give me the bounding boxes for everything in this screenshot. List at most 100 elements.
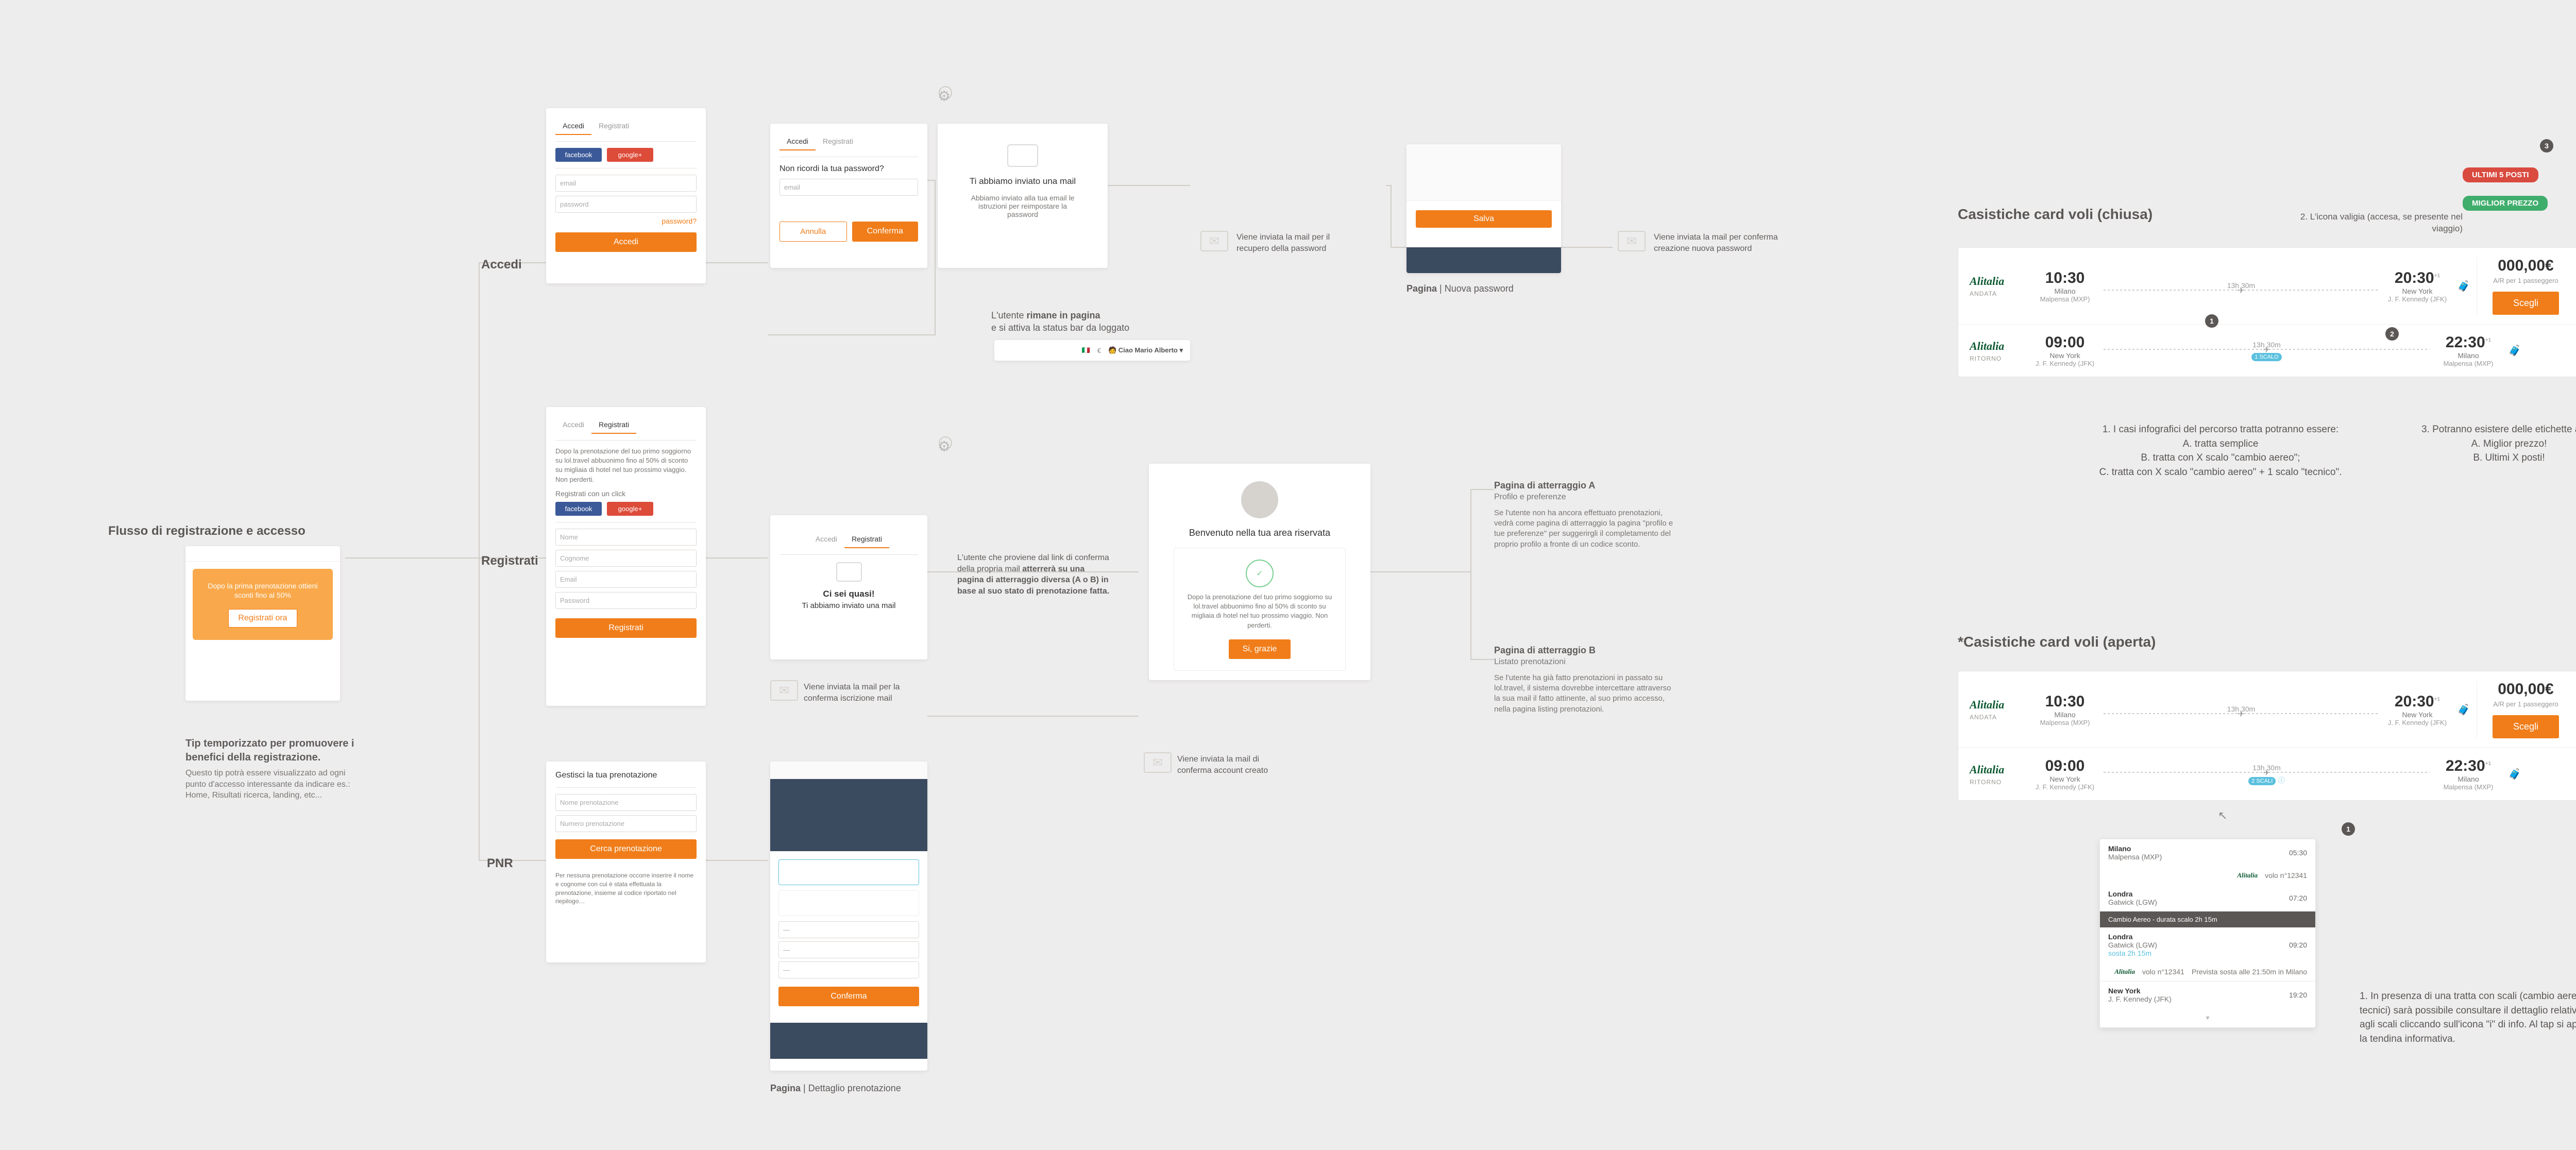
t-r4[interactable]: Registrati — [844, 531, 889, 548]
dettaglio-page: ——— Conferma — [770, 762, 927, 1071]
gear-icon-2: ⚙ — [938, 438, 951, 455]
tab-registrati-2[interactable]: Registrati — [816, 133, 860, 149]
welcome-t: Benvenuto nella tua area riservata — [1158, 528, 1361, 538]
envelope-icon: ✉ — [1200, 231, 1228, 251]
env-3: ✉ — [770, 680, 798, 701]
tip-cta[interactable]: Registrati ora — [228, 609, 297, 628]
dep-time: 10:30 — [2031, 269, 2098, 287]
flight-card-open[interactable]: AlitaliaANDATA 10:30MilanoMalpensa (MXP)… — [1958, 671, 2576, 801]
marker-1: 1 — [2205, 314, 2218, 328]
envelope-icon-2: ✉ — [1618, 231, 1646, 251]
welcome-copy: Dopo la prenotazione del tuo primo soggi… — [1185, 593, 1334, 630]
env-4: ✉ — [1144, 752, 1172, 773]
tab-accedi-2[interactable]: Accedi — [779, 133, 816, 150]
cerca-button[interactable]: Cerca prenotazione — [555, 839, 697, 859]
badge-red: ULTIMI 5 POSTI — [2463, 167, 2538, 182]
gear-icon: ⚙ — [938, 88, 951, 105]
tab-accedi[interactable]: Accedi — [555, 117, 591, 135]
badge-green: MIGLIOR PREZZO — [2463, 196, 2548, 211]
landB: Pagina di atterraggio B Listato prenotaz… — [1494, 644, 1674, 715]
tip-screenshot: Dopo la prima prenotazione ottieni scont… — [185, 546, 340, 701]
mail1-text: Viene inviata la mail per il recupero de… — [1236, 232, 1350, 254]
accedi-submit[interactable]: Accedi — [555, 232, 697, 252]
valigia-note: 2. L'icona valigia (accesa, se presente … — [2293, 211, 2463, 235]
tab-registrati[interactable]: Registrati — [591, 117, 636, 134]
da2: J. F. Kennedy (JFK) — [2031, 360, 2098, 367]
dep2: 09:00 — [2031, 334, 2098, 351]
annulla-button[interactable]: Annulla — [779, 222, 847, 242]
landA: Pagina di atterraggio A Profilo e prefer… — [1494, 479, 1674, 550]
flow-title: Flusso di registrazione e accesso — [108, 524, 306, 538]
tab-r-3[interactable]: Registrati — [591, 416, 636, 434]
cambio-row: Cambio Aereo - durata scalo 2h 15m — [2100, 911, 2315, 927]
card-quasi: AccediRegistrati Ci sei quasi! Ti abbiam… — [770, 515, 927, 659]
gp-2[interactable]: google+ — [607, 502, 653, 516]
gp-button[interactable]: google+ — [607, 148, 653, 162]
dep-city: Milano — [2031, 287, 2098, 295]
fb-2[interactable]: facebook — [555, 502, 602, 516]
closed-title: Casistiche card voli (chiusa) — [1958, 206, 2153, 223]
ac2: Milano — [2435, 351, 2502, 360]
status-bar: 🇮🇹€🧑 Ciao Mario Alberto ▾ — [994, 340, 1190, 361]
pnr-title: Gestisci la tua prenotazione — [555, 771, 697, 780]
arr-air: J. F. Kennedy (JFK) — [2384, 295, 2451, 303]
open-title: *Casistiche card voli (aperta) — [1958, 634, 2156, 650]
dc2: New York — [2031, 351, 2098, 360]
arr-city: New York — [2384, 287, 2451, 295]
price: 000,00€ — [2493, 257, 2559, 275]
welcome-card: Benvenuto nella tua area riservata ✓ Dop… — [1149, 464, 1370, 680]
card-mail-sent-1: Ti abbiamo inviato una mail Abbiamo invi… — [938, 124, 1108, 268]
cursor-icon: ↖ — [2218, 809, 2227, 822]
baggage-icon: 🧳 — [2458, 281, 2470, 292]
note3: 3. Potranno esistere delle etichette ale… — [2406, 422, 2576, 465]
page-det-label: Pagina | Dettaglio prenotazione — [770, 1082, 901, 1094]
arr2: 22:30 — [2446, 334, 2485, 351]
forgot-title: Non ricordi la tua password? — [779, 164, 918, 174]
stop-tooltip: MilanoMalpensa (MXP)05:30 Alitaliavolo n… — [2099, 839, 2316, 1028]
reg-copy: Dopo la prenotazione del tuo primo soggi… — [555, 447, 697, 484]
quasi-t: Ci sei quasi! — [779, 589, 918, 599]
scegli-button[interactable]: Scegli — [2493, 292, 2559, 315]
dep-air: Malpensa (MXP) — [2031, 295, 2098, 303]
label-registrati: Registrati — [481, 554, 538, 568]
sent-text: Ti abbiamo inviato una mail — [947, 176, 1098, 187]
card-forgot: AccediRegistrati Non ricordi la tua pass… — [770, 124, 927, 268]
tip-title: Tip temporizzato per promuovere i benefi… — [185, 737, 355, 765]
marker-3: 3 — [2540, 139, 2553, 153]
note1: 1. I casi infografici del percorso tratt… — [2076, 422, 2365, 479]
scale-2[interactable]: 2 SCALI — [2248, 777, 2276, 785]
baggage-icon-2: 🧳 — [2509, 345, 2521, 357]
sent-2: Ti abbiamo inviato una mail — [779, 601, 918, 610]
conferma-button[interactable]: Conferma — [852, 222, 919, 242]
diversa-txt: L'utente che proviene dal link di confer… — [957, 552, 1112, 597]
label-accedi: Accedi — [481, 258, 522, 272]
ok-button[interactable]: Si, grazie — [1229, 639, 1291, 659]
label-pnr: PNR — [487, 856, 513, 871]
open-marker-1: 1 — [2342, 822, 2355, 836]
rimane-text: L'utente rimane in paginae si attiva la … — [991, 309, 1187, 334]
scegli-2[interactable]: Scegli — [2493, 715, 2559, 738]
tab-a-3[interactable]: Accedi — [555, 416, 591, 433]
open-note: 1. In presenza di una tratta con scali (… — [2360, 989, 2576, 1046]
aa2: Malpensa (MXP) — [2435, 360, 2502, 367]
pax: A/R per 1 passeggero — [2493, 277, 2559, 284]
flight-card-closed[interactable]: AlitaliaANDATA 10:30MilanoMalpensa (MXP)… — [1958, 247, 2576, 377]
tip-sub: Questo tip potrà essere visualizzato ad … — [185, 768, 355, 801]
marker-2: 2 — [2385, 327, 2399, 341]
newpwd-page: Salva — [1406, 144, 1561, 273]
arr-time: 20:30 — [2395, 269, 2434, 286]
page-newpwd-label: Pagina | Nuova password — [1406, 282, 1514, 295]
card-registrati: AccediRegistrati Dopo la prenotazione de… — [546, 407, 706, 706]
t-a4[interactable]: Accedi — [808, 531, 844, 547]
mail2-text: Viene inviata la mail per conferma creaz… — [1654, 232, 1798, 254]
ux-flow-canvas: Flusso di registrazione e accesso Dopo l… — [52, 41, 2576, 1109]
reg-submit[interactable]: Registrati — [555, 618, 697, 638]
mail3: Viene inviata la mail per la conferma is… — [804, 682, 907, 704]
mail4: Viene inviata la mail di conferma accoun… — [1177, 754, 1275, 776]
promo-tip: Dopo la prima prenotazione ottieni scont… — [193, 569, 333, 640]
go-label: ANDATA — [1970, 290, 2031, 297]
card-pnr: Gestisci la tua prenotazione Nome prenot… — [546, 762, 706, 962]
fb-button[interactable]: facebook — [555, 148, 602, 162]
card-accedi: AccediRegistrati facebookgoogle+ email p… — [546, 108, 706, 283]
rt-label: RITORNO — [1970, 355, 2031, 362]
